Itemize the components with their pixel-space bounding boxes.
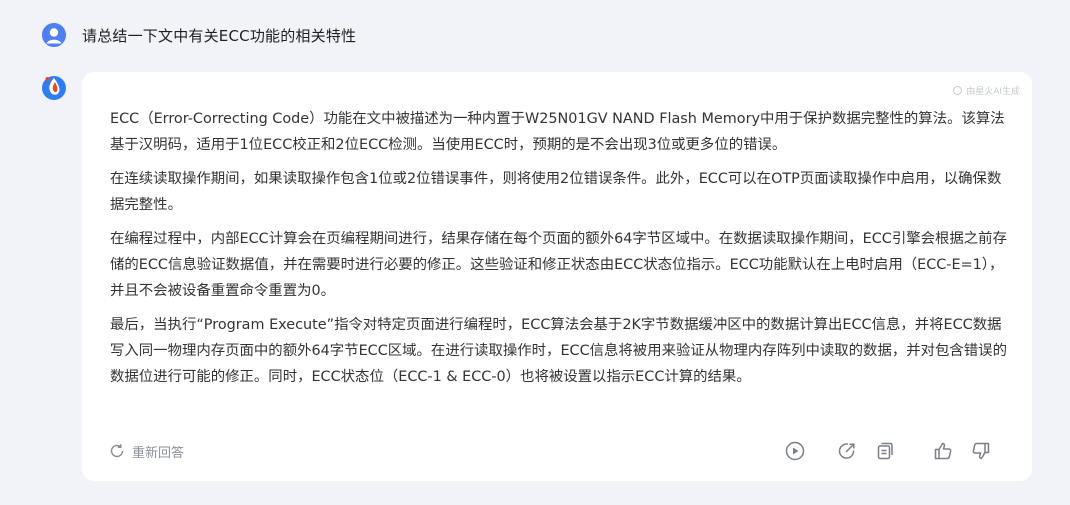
- play-button[interactable]: [784, 440, 806, 462]
- copy-icon: [877, 442, 893, 460]
- thumbs-down-icon: [972, 442, 990, 460]
- answer-toolbar: 重新回答: [108, 438, 992, 464]
- answer-paragraph-3: 在编程过程中，内部ECC计算会在页编程期间进行，结果存储在每个页面的额外64字节…: [110, 231, 1007, 299]
- answer-paragraph-1: ECC（Error-Correcting Code）功能在文中被描述为一种内置于…: [110, 111, 1005, 153]
- refresh-icon: [110, 444, 124, 458]
- user-question-text: 请总结一下文中有关ECC功能的相关特性: [82, 26, 357, 45]
- like-button[interactable]: [932, 440, 954, 462]
- user-message: 请总结一下文中有关ECC功能的相关特性: [42, 22, 356, 48]
- dislike-button[interactable]: [970, 440, 992, 462]
- share-icon: [838, 443, 855, 459]
- copy-button[interactable]: [874, 440, 896, 462]
- watermark-text: 由星火AI生成: [966, 87, 1020, 97]
- share-button[interactable]: [836, 440, 858, 462]
- spark-logo-icon: [40, 73, 68, 101]
- regenerate-button[interactable]: 重新回答: [108, 442, 184, 461]
- answer-card: 由星火AI生成 ECC（Error-Correcting Code）功能在文中被…: [82, 72, 1032, 481]
- answer-paragraph-4: 最后，当执行“Program Execute”指令对特定页面进行编程时，ECC算…: [110, 317, 1007, 385]
- play-icon: [785, 441, 805, 461]
- watermark-icon: [953, 86, 963, 95]
- answer-paragraph-2: 在连续读取操作期间，如果读取操作包含1位或2位错误事件，则将使用2位错误条件。此…: [110, 171, 1002, 213]
- user-avatar-icon: [42, 23, 66, 47]
- ai-generated-watermark: 由星火AI生成: [953, 84, 1020, 97]
- answer-content: ECC（Error-Correcting Code）功能在文中被描述为一种内置于…: [110, 106, 1010, 398]
- thumbs-up-icon: [934, 442, 952, 460]
- regenerate-label: 重新回答: [132, 445, 185, 461]
